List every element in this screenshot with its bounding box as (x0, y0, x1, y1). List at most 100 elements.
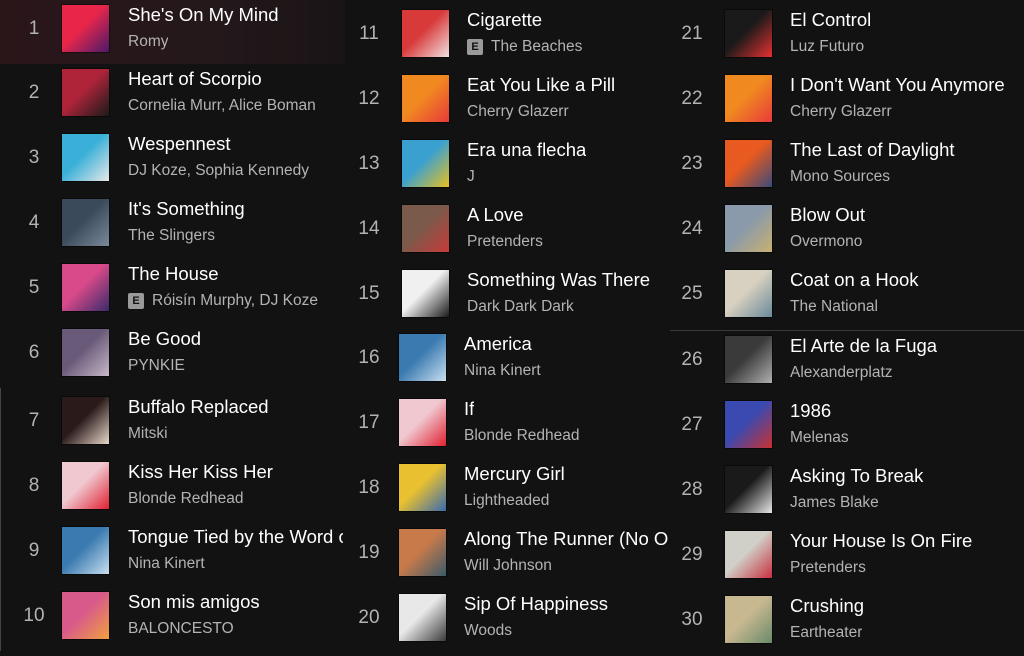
track-artist[interactable]: Eartheater (790, 624, 862, 642)
artist-name[interactable]: The National (790, 298, 878, 316)
album-art[interactable] (725, 531, 772, 578)
track-row[interactable]: 3 Wespennest DJ Koze, Sophia Kennedy (0, 129, 345, 194)
artist-name[interactable]: J (467, 168, 475, 186)
album-art[interactable] (725, 466, 772, 513)
artist-name[interactable]: The Slingers (128, 227, 215, 245)
track-artist[interactable]: E Róisín Murphy, DJ Koze (128, 292, 318, 310)
album-art[interactable] (62, 69, 109, 116)
track-artist[interactable]: Cornelia Murr, Alice Boman (128, 97, 316, 115)
album-art[interactable] (62, 329, 109, 376)
track-row[interactable]: 11 Cigarette E The Beaches (345, 5, 670, 70)
album-art[interactable] (725, 75, 772, 122)
track-row[interactable]: 30 Crushing Eartheater (670, 591, 1024, 656)
track-artist[interactable]: Pretenders (467, 233, 543, 251)
track-title[interactable]: Something Was There (467, 269, 650, 291)
album-art[interactable] (402, 10, 449, 57)
album-art[interactable] (399, 529, 446, 576)
track-artist[interactable]: Nina Kinert (464, 362, 541, 380)
album-art[interactable] (62, 199, 109, 246)
artist-name[interactable]: Cherry Glazerr (467, 103, 569, 121)
track-artist[interactable]: Mono Sources (790, 168, 890, 186)
artist-name[interactable]: Nina Kinert (128, 555, 205, 573)
track-title[interactable]: Wespennest (128, 133, 231, 155)
artist-name[interactable]: PYNKIE (128, 357, 185, 375)
album-art[interactable] (402, 205, 449, 252)
track-row[interactable]: 18 Mercury Girl Lightheaded (345, 459, 670, 524)
track-artist[interactable]: Cherry Glazerr (467, 103, 569, 121)
artist-name[interactable]: Blonde Redhead (128, 490, 244, 508)
track-artist[interactable]: Woods (464, 622, 512, 640)
track-row[interactable]: 8 Kiss Her Kiss Her Blonde Redhead (0, 457, 345, 522)
album-art[interactable] (725, 270, 772, 317)
track-artist[interactable]: PYNKIE (128, 357, 185, 375)
artist-name[interactable]: Cherry Glazerr (790, 103, 892, 121)
artist-name[interactable]: Luz Futuro (790, 38, 864, 56)
track-artist[interactable]: The National (790, 298, 878, 316)
track-title[interactable]: Tongue Tied by the Word of (128, 526, 343, 548)
track-artist[interactable]: Luz Futuro (790, 38, 864, 56)
album-art[interactable] (399, 464, 446, 511)
track-row[interactable]: 17 If Blonde Redhead (345, 394, 670, 459)
track-title[interactable]: Buffalo Replaced (128, 396, 269, 418)
track-artist[interactable]: J (467, 168, 475, 186)
track-artist[interactable]: Blonde Redhead (128, 490, 244, 508)
track-title[interactable]: El Arte de la Fuga (790, 335, 937, 357)
artist-name[interactable]: Alexanderplatz (790, 364, 893, 382)
track-row[interactable]: 28 Asking To Break James Blake (670, 461, 1024, 526)
track-artist[interactable]: Nina Kinert (128, 555, 205, 573)
artist-name[interactable]: Mitski (128, 425, 168, 443)
track-artist[interactable]: Overmono (790, 233, 862, 251)
track-row[interactable]: 7 Buffalo Replaced Mitski (0, 392, 345, 457)
track-title[interactable]: Heart of Scorpio (128, 68, 262, 90)
track-row[interactable]: 25 Coat on a Hook The National (670, 265, 1024, 330)
track-artist[interactable]: Dark Dark Dark (467, 298, 574, 316)
track-title[interactable]: Crushing (790, 595, 864, 617)
track-title[interactable]: America (464, 333, 532, 355)
track-artist[interactable]: DJ Koze, Sophia Kennedy (128, 162, 309, 180)
album-art[interactable] (62, 5, 109, 52)
artist-name[interactable]: BALONCESTO (128, 620, 234, 638)
track-row[interactable]: 4 It's Something The Slingers (0, 194, 345, 259)
track-title[interactable]: Coat on a Hook (790, 269, 919, 291)
track-row[interactable]: 2 Heart of Scorpio Cornelia Murr, Alice Bo… (0, 64, 345, 129)
track-title[interactable]: Son mis amigos (128, 591, 260, 613)
album-art[interactable] (725, 336, 772, 383)
track-artist[interactable]: Blonde Redhead (464, 427, 580, 445)
track-title[interactable]: Era una flecha (467, 139, 586, 161)
album-art[interactable] (399, 399, 446, 446)
track-row[interactable]: 19 Along The Runner (No O Will Johnson (345, 524, 670, 589)
artist-name[interactable]: DJ Koze, Sophia Kennedy (128, 162, 309, 180)
track-title[interactable]: Be Good (128, 328, 201, 350)
album-art[interactable] (402, 140, 449, 187)
track-title[interactable]: The House (128, 263, 219, 285)
track-row[interactable]: 10 Son mis amigos BALONCESTO (0, 587, 345, 652)
album-art[interactable] (62, 592, 109, 639)
artist-name[interactable]: Pretenders (467, 233, 543, 251)
track-artist[interactable]: Romy (128, 33, 168, 51)
artist-name[interactable]: Nina Kinert (464, 362, 541, 380)
track-title[interactable]: Mercury Girl (464, 463, 565, 485)
track-artist[interactable]: Melenas (790, 429, 849, 447)
track-title[interactable]: Asking To Break (790, 465, 923, 487)
track-title[interactable]: She's On My Mind (128, 4, 279, 26)
track-title[interactable]: If (464, 398, 474, 420)
track-row[interactable]: 26 El Arte de la Fuga Alexanderplatz (670, 331, 1024, 396)
artist-name[interactable]: Will Johnson (464, 557, 552, 575)
track-artist[interactable]: Will Johnson (464, 557, 552, 575)
album-art[interactable] (399, 594, 446, 641)
track-artist[interactable]: Pretenders (790, 559, 866, 577)
track-title[interactable]: Kiss Her Kiss Her (128, 461, 273, 483)
artist-name[interactable]: Blonde Redhead (464, 427, 580, 445)
track-row[interactable]: 12 Eat You Like a Pill Cherry Glazerr (345, 70, 670, 135)
track-row[interactable]: 14 A Love Pretenders (345, 200, 670, 265)
track-title[interactable]: A Love (467, 204, 524, 226)
track-row[interactable]: 24 Blow Out Overmono (670, 200, 1024, 265)
album-art[interactable] (725, 140, 772, 187)
track-title[interactable]: Blow Out (790, 204, 865, 226)
album-art[interactable] (402, 75, 449, 122)
artist-name[interactable]: Pretenders (790, 559, 866, 577)
track-row[interactable]: 1 She's On My Mind Romy (0, 0, 345, 65)
track-title[interactable]: I Don't Want You Anymore (790, 74, 1005, 96)
artist-name[interactable]: James Blake (790, 494, 879, 512)
track-title[interactable]: The Last of Daylight (790, 139, 955, 161)
